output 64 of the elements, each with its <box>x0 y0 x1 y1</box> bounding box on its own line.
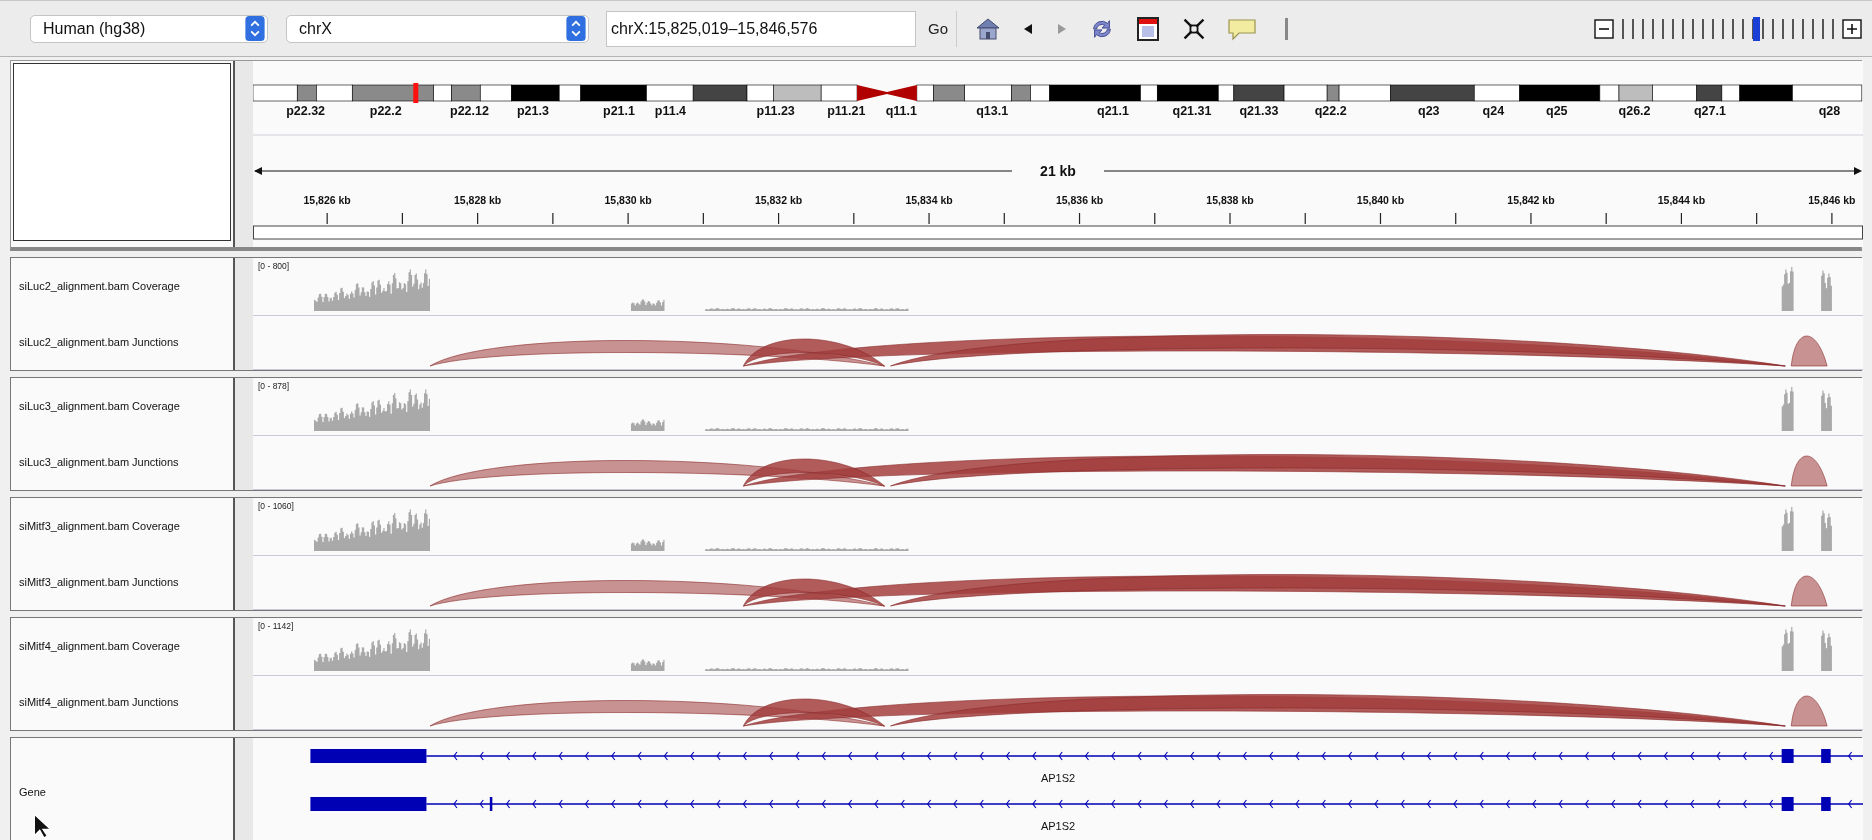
band-label: p21.3 <box>516 104 549 118</box>
band-label: p22.12 <box>450 104 489 118</box>
zoom-out-icon[interactable] <box>1594 18 1614 39</box>
track-name[interactable]: siMitf3_alignment.bam Junctions <box>19 576 233 588</box>
stepper-icon <box>566 16 586 41</box>
splitter-bar[interactable] <box>233 61 253 247</box>
ruler-label: 15,830 kb <box>604 194 652 206</box>
go-button[interactable]: Go <box>920 10 957 47</box>
zoom-thumb[interactable] <box>1752 16 1760 41</box>
band-label: p11.21 <box>827 104 866 118</box>
chromosome-dropdown[interactable]: chrX <box>286 14 589 43</box>
zoom-in-icon[interactable] <box>1842 18 1862 39</box>
band-label: q25 <box>1546 104 1568 118</box>
band-label: q28 <box>1818 104 1841 118</box>
gene-label: AP1S2 <box>1039 772 1077 784</box>
track-name[interactable]: siLuc2_alignment.bam Coverage <box>19 280 233 292</box>
track-name[interactable]: Gene <box>19 786 46 798</box>
ruler-label: 15,826 kb <box>303 194 351 206</box>
chromosome-ideogram-drawing[interactable] <box>253 83 1863 103</box>
band-label: p11.4 <box>654 104 687 118</box>
region-icon[interactable] <box>1135 15 1161 42</box>
band-label: q21.31 <box>1172 104 1212 118</box>
ruler-label: 15,844 kb <box>1657 194 1706 206</box>
band-label: q21.1 <box>1097 104 1129 118</box>
stepper-icon <box>245 16 265 41</box>
ruler-label: 15,840 kb <box>1356 194 1405 206</box>
gene-label: AP1S2 <box>1039 820 1077 832</box>
ruler-label: 15,828 kb <box>454 194 502 206</box>
data-range: [0 - 878] <box>258 381 290 391</box>
locus-field[interactable]: chrX:15,825,019–15,846,576 <box>606 10 916 47</box>
ruler-label: 15,838 kb <box>1206 194 1254 206</box>
splitter-bar[interactable] <box>233 618 253 730</box>
track-name[interactable]: siMitf3_alignment.bam Coverage <box>19 520 233 532</box>
band-label: q22.2 <box>1314 104 1347 118</box>
ruler-label: 15,832 kb <box>754 194 803 206</box>
ruler-label: 15,846 kb <box>1808 194 1856 206</box>
genome-dropdown[interactable]: Human (hg38) <box>30 14 268 43</box>
ruler-label: 15,836 kb <box>1055 194 1104 206</box>
band-label: q26.2 <box>1618 104 1651 118</box>
track-name[interactable]: siLuc3_alignment.bam Junctions <box>19 456 233 468</box>
splitter-bar[interactable] <box>233 258 253 370</box>
band-label: q23 <box>1418 104 1440 118</box>
band-label: p21.1 <box>603 104 635 118</box>
band-label: q24 <box>1482 104 1505 118</box>
span-label: 21 kb <box>1040 163 1076 179</box>
band-label: q13.1 <box>976 104 1009 118</box>
band-label: q11.1 <box>885 104 917 118</box>
track-name[interactable]: siLuc2_alignment.bam Junctions <box>19 336 233 348</box>
splitter-bar[interactable] <box>233 498 253 610</box>
band-label: p22.32 <box>286 104 326 118</box>
data-range: [0 - 1060] <box>258 501 294 511</box>
data-range: [0 - 800] <box>258 261 290 271</box>
splitter-bar[interactable] <box>233 738 253 840</box>
band-label: q21.33 <box>1239 104 1279 118</box>
band-label: p22.2 <box>369 104 402 118</box>
data-range: [0 - 1142] <box>258 621 294 631</box>
track-name[interactable]: siMitf4_alignment.bam Coverage <box>19 640 233 652</box>
track-name[interactable]: siMitf4_alignment.bam Junctions <box>19 696 233 708</box>
track-name[interactable]: siLuc3_alignment.bam Coverage <box>19 400 233 412</box>
band-label: p11.23 <box>756 104 795 118</box>
ruler-label: 15,842 kb <box>1507 194 1555 206</box>
splitter-bar[interactable] <box>233 378 253 490</box>
band-label: q27.1 <box>1693 104 1726 118</box>
ruler-label: 15,834 kb <box>905 194 953 206</box>
